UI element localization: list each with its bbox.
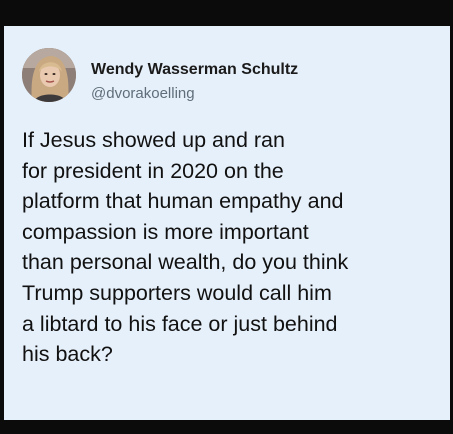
bottom-frame-bar: [0, 420, 453, 434]
tweet-text-line: Trump supporters would call him: [22, 280, 332, 305]
avatar[interactable]: [22, 48, 76, 102]
tweet-text-line: than personal wealth, do you think: [22, 250, 349, 275]
tweet-text-line: for president in 2020 on the: [22, 158, 284, 183]
profile-photo-icon: [22, 48, 76, 102]
tweet-text-line: If Jesus showed up and ran: [22, 128, 285, 152]
tweet-text-line: compassion is more important: [22, 219, 309, 244]
author-handle[interactable]: @dvorakoelling: [91, 85, 195, 102]
tweet-card: Wendy Wasserman Schultz @dvorakoelling I…: [4, 26, 450, 420]
author-display-name[interactable]: Wendy Wasserman Schultz: [91, 61, 298, 79]
tweet-text-line: a libtard to his face or just behind: [22, 311, 338, 336]
tweet-text-line: his back?: [22, 342, 113, 367]
tweet-text-line: platform that human empathy and: [22, 189, 344, 214]
top-frame-bar: [0, 0, 453, 26]
tweet-text: If Jesus showed up and ran for president…: [22, 125, 442, 370]
